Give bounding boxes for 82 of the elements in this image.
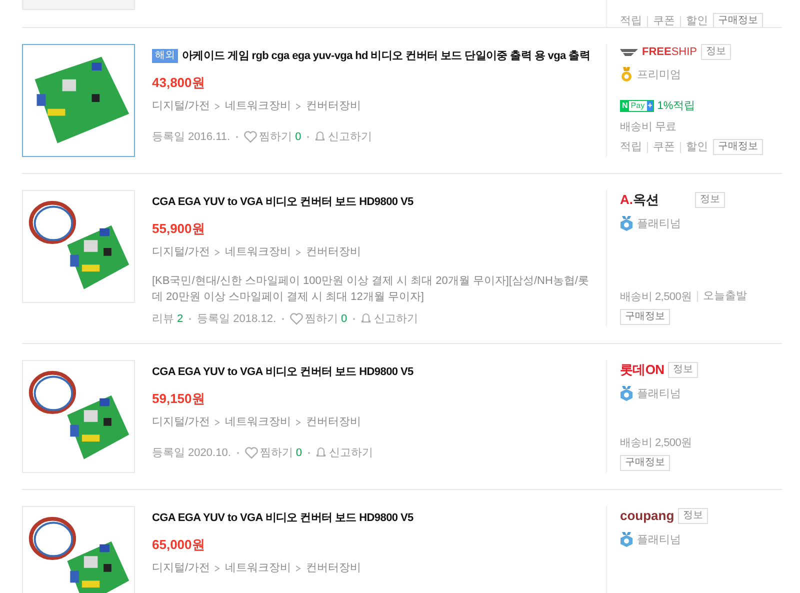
category-link[interactable]: 디지털/가전 xyxy=(152,560,210,576)
heart-icon xyxy=(290,312,303,325)
review-label[interactable]: 리뷰 xyxy=(152,310,174,327)
product-price: 59,150원 xyxy=(152,390,206,408)
info-tag[interactable]: 정보 xyxy=(668,362,698,378)
overseas-badge: 해외 xyxy=(152,49,178,64)
category-link[interactable]: 컨버터장비 xyxy=(306,244,362,260)
shipping-fee: 배송비 무료 xyxy=(620,120,676,134)
purchase-info-button[interactable]: 구매정보 xyxy=(713,13,763,27)
registration-date: 등록일 2020.10. xyxy=(152,446,231,460)
category-link[interactable]: 디지털/가전 xyxy=(152,244,210,260)
report-button[interactable]: 신고하기 xyxy=(329,444,373,461)
medal-icon xyxy=(620,67,633,82)
category-link[interactable]: 네트워크장비 xyxy=(225,244,292,260)
product-price: 43,800원 xyxy=(152,74,206,92)
purchase-info-button[interactable]: 구매정보 xyxy=(620,309,670,325)
product-title[interactable]: CGA EGA YUV to VGA 비디오 컨버터 보드 HD9800 V5 xyxy=(152,194,414,210)
product-description: [KB국민/현대/신한 스마일페이 100만원 이상 결제 시 최대 20개월 무이자][삼성/NH농협/롯데 20만원 이상 스마일페이 결제 시 최대 12개월 무이자] xyxy=(152,274,590,304)
store-logo[interactable]: A.옥션 xyxy=(620,190,659,210)
chevron-right-icon xyxy=(295,248,302,256)
category-link[interactable]: 컨버터장비 xyxy=(306,414,362,430)
wish-button[interactable]: 찜하기 xyxy=(260,444,293,461)
category-link[interactable]: 디지털/가전 xyxy=(152,414,210,430)
product-price: 65,000원 xyxy=(152,536,206,554)
store-logo[interactable]: FREESHIP xyxy=(620,44,698,60)
medal-icon xyxy=(620,216,633,232)
chevron-right-icon xyxy=(214,248,222,256)
info-tag[interactable]: 정보 xyxy=(678,508,708,524)
chevron-right-icon xyxy=(295,102,302,110)
medal-icon xyxy=(620,386,633,402)
chevron-right-icon xyxy=(214,564,222,572)
chevron-right-icon xyxy=(214,102,222,110)
wish-count: 0 xyxy=(295,130,302,144)
dispatch-note: 오늘출발 xyxy=(696,291,747,302)
wish-count: 0 xyxy=(296,446,302,460)
category-link[interactable]: 컨버터장비 xyxy=(306,560,362,576)
shipping-fee: 배송비 2,500원 xyxy=(620,436,692,450)
npay-badge: N Pay + xyxy=(620,100,654,112)
wish-button[interactable]: 찜하기 xyxy=(259,128,292,145)
product-title[interactable]: 아케이드 게임 rgb cga ega yuv-vga hd 비디오 컨버터 보드 단일이중 출력 용 vga 출력 xyxy=(182,48,590,64)
category-link[interactable]: 컨버터장비 xyxy=(306,98,362,114)
registration-date: 등록일 2018.12. xyxy=(197,312,276,326)
benefit-link[interactable]: 할인 xyxy=(680,142,713,152)
seller-grade: 플래티넘 xyxy=(637,216,681,232)
points-rate: 1%적립 xyxy=(657,99,696,114)
info-tag[interactable]: 정보 xyxy=(701,44,732,60)
category-link[interactable]: 디지털/가전 xyxy=(152,98,210,114)
product-title[interactable]: CGA EGA YUV to VGA 비디오 컨버터 보드 HD9800 V5 xyxy=(152,510,414,526)
product-price: 55,900원 xyxy=(152,220,206,238)
wish-count: 0 xyxy=(341,312,348,326)
category-link[interactable]: 네트워크장비 xyxy=(225,98,292,114)
seller-grade: 플래티넘 xyxy=(637,386,681,402)
chevron-right-icon xyxy=(295,418,302,426)
benefit-link[interactable]: 할인 xyxy=(680,16,713,26)
bell-icon xyxy=(315,131,326,142)
report-button[interactable]: 신고하기 xyxy=(328,128,372,145)
seller-grade: 플래티넘 xyxy=(637,532,681,548)
bell-icon xyxy=(361,313,372,324)
heart-icon xyxy=(244,130,258,143)
medal-icon xyxy=(620,532,633,548)
shipping-fee: 배송비 2,500원 xyxy=(620,290,692,304)
chevron-right-icon xyxy=(295,564,302,572)
category-link[interactable]: 네트워크장비 xyxy=(225,560,292,576)
wish-button[interactable]: 찜하기 xyxy=(305,310,338,327)
purchase-info-button[interactable]: 구매정보 xyxy=(713,139,763,155)
store-logo[interactable]: 롯데ON xyxy=(620,360,664,380)
bell-icon xyxy=(316,447,326,458)
info-tag[interactable]: 정보 xyxy=(695,192,725,208)
seller-grade: 프리미엄 xyxy=(637,68,681,82)
category-link[interactable]: 네트워크장비 xyxy=(225,414,292,430)
heart-icon xyxy=(244,446,258,459)
store-logo[interactable]: coupang xyxy=(620,506,674,526)
review-count: 2 xyxy=(177,312,184,326)
benefit-link[interactable]: 쿠폰 xyxy=(647,142,680,152)
product-title[interactable]: CGA EGA YUV to VGA 비디오 컨버터 보드 HD9800 V5 xyxy=(152,364,414,380)
report-button[interactable]: 신고하기 xyxy=(374,310,418,327)
benefit-link[interactable]: 적립 xyxy=(620,142,647,152)
purchase-info-button[interactable]: 구매정보 xyxy=(620,455,670,471)
benefit-link[interactable]: 쿠폰 xyxy=(647,16,680,26)
chevron-right-icon xyxy=(214,418,222,426)
registration-date: 등록일 2016.11. xyxy=(152,130,230,144)
benefit-link[interactable]: 적립 xyxy=(620,16,647,26)
